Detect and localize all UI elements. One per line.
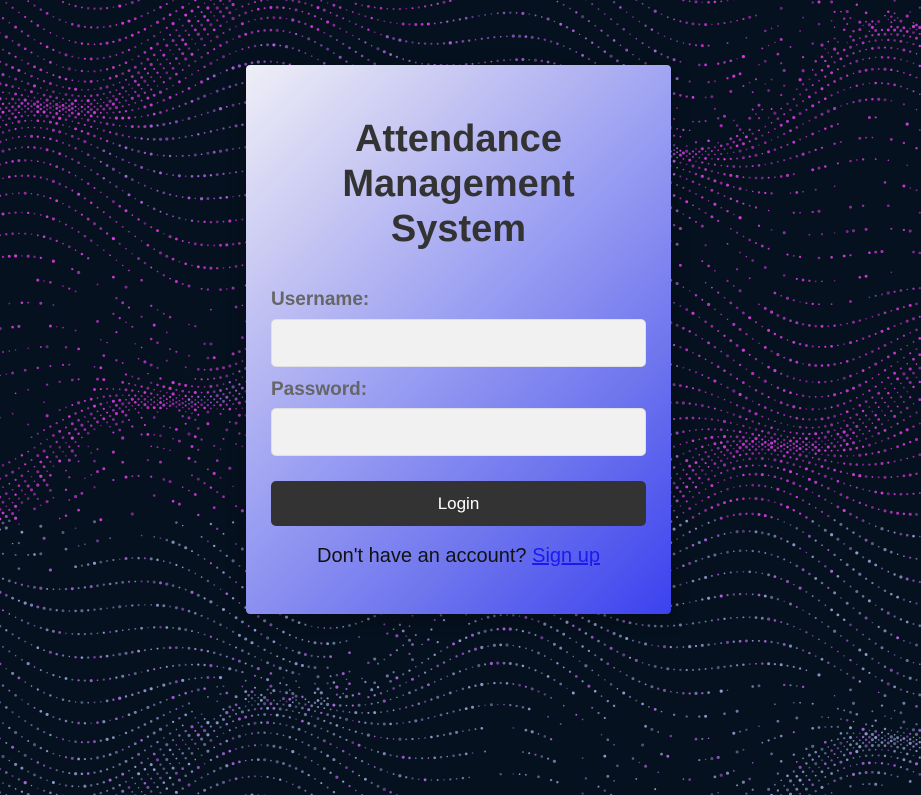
password-input[interactable] xyxy=(271,408,646,456)
signup-row: Don't have an account? Sign up xyxy=(246,545,671,568)
login-button[interactable]: Login xyxy=(271,481,646,526)
signup-link[interactable]: Sign up xyxy=(532,545,600,567)
page-title: Attendance Management System xyxy=(342,118,575,250)
login-card: Attendance Management System Username: P… xyxy=(246,65,671,614)
signup-prompt: Don't have an account? xyxy=(317,545,527,567)
username-input[interactable] xyxy=(271,319,646,367)
password-label: Password: xyxy=(271,379,368,400)
username-label: Username: xyxy=(271,289,370,310)
